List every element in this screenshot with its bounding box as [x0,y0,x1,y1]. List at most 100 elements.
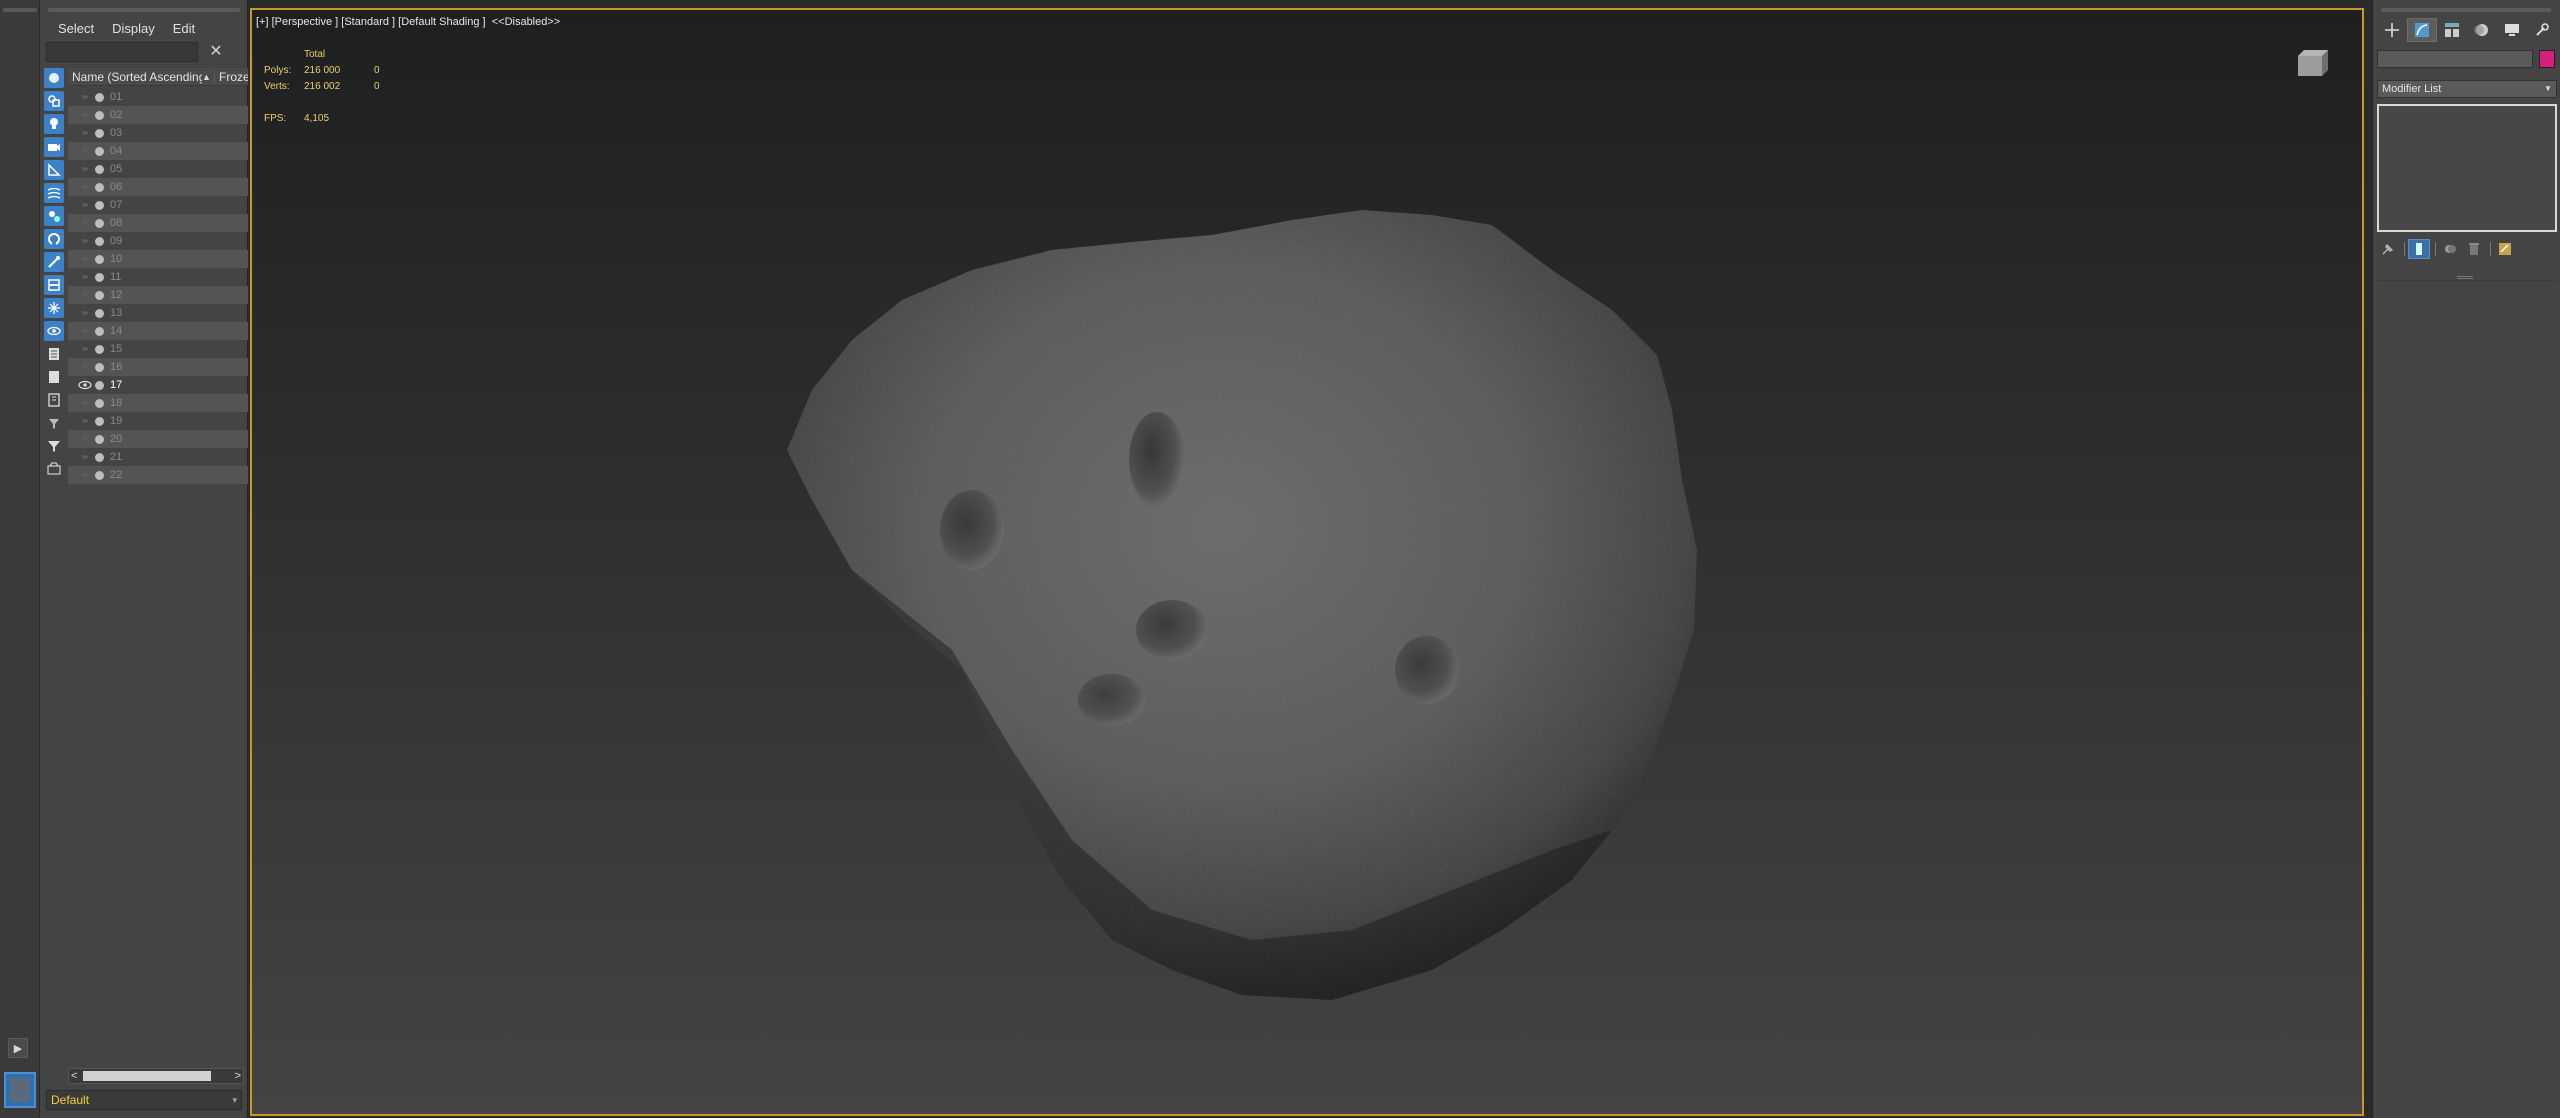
menu-display[interactable]: Display [102,18,163,40]
list-item[interactable]: 19 [68,412,248,430]
display-tab[interactable] [2497,18,2527,42]
command-panel-grip[interactable] [2381,8,2551,12]
hidden-eye-icon[interactable] [78,290,92,300]
list-item[interactable]: 07 [68,196,248,214]
viewport-label-menu[interactable]: [+] [Perspective ] [Standard ] [Default … [256,16,560,28]
list-item[interactable]: 05 [68,160,248,178]
utilities-tab[interactable] [2527,18,2557,42]
camera-filter-icon[interactable] [44,137,64,157]
horizontal-scrollbar[interactable]: < > [68,1068,244,1084]
xref-filter-icon[interactable] [44,229,64,249]
hidden-eye-icon[interactable] [78,218,92,228]
list-item[interactable]: 10 [68,250,248,268]
modifier-list-dropdown[interactable]: Modifier List ▼ [2377,80,2557,98]
menu-select[interactable]: Select [40,18,102,40]
hidden-eye-icon[interactable] [78,164,92,174]
bone-filter-icon[interactable] [44,252,64,272]
scroll-thumb[interactable] [83,1071,211,1081]
show-end-result-icon[interactable] [2408,239,2430,259]
filter-icon[interactable] [44,436,64,456]
layer-explorer-toggle[interactable] [4,1072,36,1108]
hidden-eye-icon[interactable] [78,398,92,408]
motion-tab[interactable] [2467,18,2497,42]
frozen-filter-icon[interactable] [44,298,64,318]
display-all-icon[interactable] [44,344,64,364]
list-item[interactable]: 13 [68,304,248,322]
object-name-field[interactable] [2377,50,2533,68]
list-item[interactable]: 18 [68,394,248,412]
modifier-stack[interactable] [2377,104,2557,232]
menu-edit[interactable]: Edit [163,18,203,40]
shape-filter-icon[interactable] [44,91,64,111]
hidden-filter-icon[interactable] [44,321,64,341]
hidden-eye-icon[interactable] [78,92,92,102]
hidden-eye-icon[interactable] [78,254,92,264]
modify-tab[interactable] [2407,18,2437,42]
search-input[interactable] [46,42,198,62]
perspective-viewport[interactable]: [+] [Perspective ] [Standard ] [Default … [250,8,2364,1116]
scroll-right-icon[interactable]: > [231,1069,241,1083]
scroll-left-icon[interactable]: < [71,1069,81,1083]
list-item[interactable]: 15 [68,340,248,358]
hidden-eye-icon[interactable] [78,362,92,372]
container-filter-icon[interactable] [44,275,64,295]
object-color-swatch[interactable] [2539,50,2555,68]
rollout-divider-grip[interactable] [2457,276,2473,279]
make-unique-icon[interactable] [2439,239,2461,259]
clear-search-icon[interactable]: ✕ [206,42,226,62]
spacewarp-filter-icon[interactable] [44,183,64,203]
list-item[interactable]: 08 [68,214,248,232]
group-filter-icon[interactable] [44,206,64,226]
layer-filter-icon[interactable] [44,413,64,433]
list-item[interactable]: 21 [68,448,248,466]
list-item[interactable]: 09 [68,232,248,250]
configure-modifier-sets-icon[interactable] [2494,239,2516,259]
list-item[interactable]: 12 [68,286,248,304]
hidden-eye-icon[interactable] [78,110,92,120]
light-filter-icon[interactable] [44,114,64,134]
frozen-column-header[interactable]: Froze [214,69,248,84]
viewcube-icon[interactable] [2294,48,2330,78]
list-item[interactable]: 01 [68,88,248,106]
hidden-eye-icon[interactable] [78,452,92,462]
remove-modifier-icon[interactable] [2463,239,2485,259]
list-item[interactable]: 22 [68,466,248,484]
visible-eye-icon[interactable] [78,380,92,390]
hidden-eye-icon[interactable] [78,326,92,336]
list-item[interactable]: 14 [68,322,248,340]
scene-explorer-icon[interactable] [44,459,64,479]
hidden-eye-icon[interactable] [78,308,92,318]
hidden-eye-icon[interactable] [78,128,92,138]
list-item[interactable]: 03 [68,124,248,142]
hidden-eye-icon[interactable] [78,272,92,282]
layer-selector[interactable]: Default ▾ [46,1090,242,1110]
list-item[interactable]: 16 [68,358,248,376]
hidden-eye-icon[interactable] [78,146,92,156]
hidden-eye-icon[interactable] [78,236,92,246]
hidden-eye-icon[interactable] [78,434,92,444]
list-item[interactable]: 17 [68,376,248,394]
list-item[interactable]: 11 [68,268,248,286]
rock-model[interactable] [252,10,2364,1116]
list-item[interactable]: 02 [68,106,248,124]
object-type-icon [95,254,104,264]
hidden-eye-icon[interactable] [78,470,92,480]
hidden-eye-icon[interactable] [78,344,92,354]
hierarchy-tab[interactable] [2437,18,2467,42]
expand-button[interactable]: ▶ [8,1038,28,1058]
pin-stack-icon[interactable] [2377,239,2399,259]
display-none-icon[interactable] [44,367,64,387]
hidden-eye-icon[interactable] [78,200,92,210]
create-tab[interactable] [2377,18,2407,42]
list-item[interactable]: 06 [68,178,248,196]
hidden-eye-icon[interactable] [78,416,92,426]
helper-filter-icon[interactable] [44,160,64,180]
hidden-eye-icon[interactable] [78,182,92,192]
invert-display-icon[interactable] [44,390,64,410]
list-item[interactable]: 04 [68,142,248,160]
name-column-header[interactable]: Name (Sorted Ascending) [68,70,202,84]
list-item[interactable]: 20 [68,430,248,448]
dock-grip[interactable] [3,8,37,12]
geometry-filter-icon[interactable] [44,68,64,88]
explorer-grip[interactable] [48,8,240,12]
